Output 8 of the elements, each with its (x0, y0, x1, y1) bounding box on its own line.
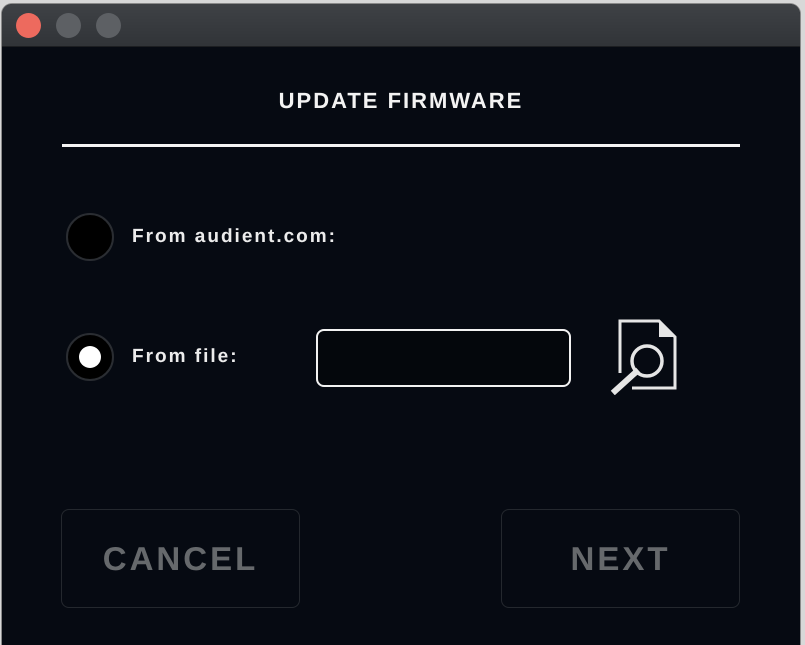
close-button[interactable] (16, 13, 41, 38)
file-search-icon[interactable] (610, 319, 677, 395)
dialog-heading: UPDATE FIRMWARE (278, 88, 524, 114)
radio-label[interactable]: From audient.com: (132, 226, 338, 248)
radio-button[interactable] (66, 213, 114, 261)
radio-label[interactable]: From file: (132, 346, 316, 368)
radio-button[interactable] (66, 333, 114, 381)
file-path-field[interactable] (316, 329, 571, 387)
